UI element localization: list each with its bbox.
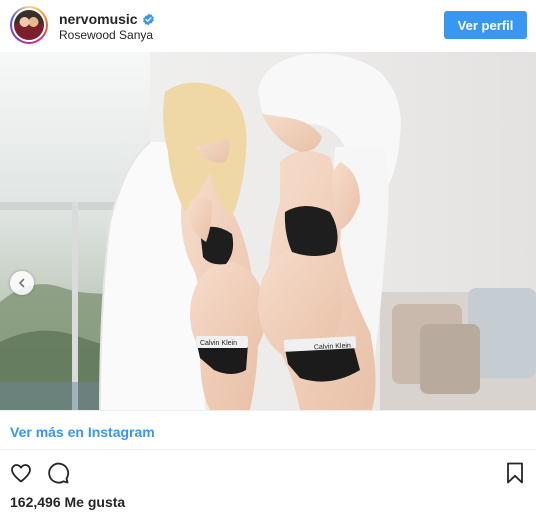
comment-button[interactable] <box>43 458 73 488</box>
avatar[interactable] <box>10 6 48 44</box>
post-photo[interactable]: Calvin Klein Calvin Klein <box>0 52 536 410</box>
username-link[interactable]: nervomusic <box>59 11 138 27</box>
carousel-prev-button[interactable] <box>10 271 34 295</box>
username-row: nervomusic <box>59 11 155 27</box>
heart-icon <box>11 464 31 483</box>
post-header: nervomusic Rosewood Sanya Ver perfil <box>0 0 536 52</box>
verified-badge-icon <box>142 13 154 25</box>
photo-illustration: Calvin Klein Calvin Klein <box>0 52 536 410</box>
divider <box>0 410 536 411</box>
divider <box>0 449 536 450</box>
save-button[interactable] <box>500 458 530 488</box>
chevron-left-icon <box>19 278 25 288</box>
avatar-image <box>14 10 44 40</box>
comment-icon <box>48 462 70 484</box>
likes-count[interactable]: 162,496 Me gusta <box>10 494 125 510</box>
bookmark-icon <box>507 462 523 484</box>
waistband-text-left: Calvin Klein <box>200 340 237 347</box>
view-more-link[interactable]: Ver más en Instagram <box>10 424 155 440</box>
location-link[interactable]: Rosewood Sanya <box>59 28 153 42</box>
instagram-embed-card: nervomusic Rosewood Sanya Ver perfil Cal… <box>0 0 536 515</box>
view-profile-button[interactable]: Ver perfil <box>444 11 527 39</box>
like-button[interactable] <box>6 458 36 488</box>
